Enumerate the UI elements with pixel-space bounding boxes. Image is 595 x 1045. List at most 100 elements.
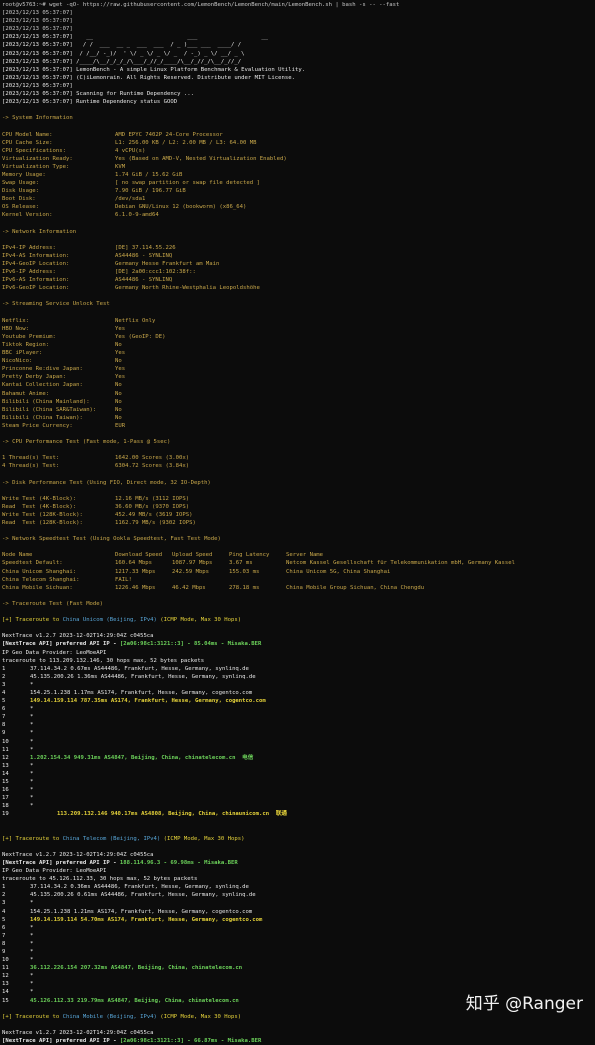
logo-art: __ ___ __ [76,34,269,41]
speedtest-row-cell: 46.42 Mbps [172,584,206,591]
hop-number: 16 [2,787,9,794]
hop-number: 6 [2,924,6,931]
hop-detail: * [30,770,34,777]
sysinfo-row: Kernel Version: 6.1.0-9-amd64 [2,211,593,219]
section-header: -> Disk Performance Test (Using FIO, Dir… [2,479,211,486]
sysinfo-label: CPU Specifications: [2,147,66,154]
hop-number: 9 [2,730,6,737]
streaming-value: Yes [115,325,126,332]
trace-telecom-api: [NextTrace API] preferred API IP - 188.1… [2,859,593,867]
disk-label: Read Test (4K-Block): [2,503,77,510]
netinfo-value: [DE] 37.114.55.226 [115,244,176,251]
intro-line: [2023/12/13 05:37:07] (C)iLemonrain. All… [2,74,593,82]
trace-title-pre: [+] Traceroute to [2,835,63,842]
sysinfo-value: L1: 256.00 KB / L2: 2.00 MB / L3: 64.00 … [115,139,257,146]
sysinfo-value: /dev/sda1 [115,196,146,203]
trace-title-post: (ICMP Mode, Max 30 Hops) [156,617,242,624]
sysinfo-value: KVM [115,163,126,170]
trace-unicom-hop: 7 * [2,713,593,721]
speedtest-row-cell: Netcom Kassel Gesellschaft für Telekommu… [286,560,516,567]
trace-unicom-hop: 2 45.135.200.26 1.36ms AS44486, Frankfurt… [2,673,593,681]
speedtest-header-row-cell: Node Name [2,552,33,559]
disk-value: 36.60 MB/s (9370 IOPS) [115,503,190,510]
sysinfo-value: Yes (Based on AMD-V, Nested Virtualizati… [115,155,287,162]
hop-number: 8 [2,940,6,947]
speedtest-header-row-cell: Upload Speed [172,552,213,559]
hop-number: 13 [2,981,9,988]
streaming-label: Youtube Premium: [2,333,56,340]
streaming-row: BBC iPlayer: Yes [2,349,593,357]
streaming-row: Bilibili (China SAR&Taiwan): No [2,406,593,414]
netinfo-row: IPv4-GeoIP Location: Germany Hesse Frankf… [2,260,593,268]
hop-number: 12 [2,754,9,761]
intro-text: (C)iLemonrain. All Rights Reserved. Dist… [76,74,295,81]
trace-unicom-hop: 8 * [2,721,593,729]
trace-title-pre: [+] Traceroute to [2,617,63,624]
logo-line: [2023/12/13 05:37:07] / /__/ -_)/ ' \/ _… [2,50,593,58]
hop-number: 17 [2,795,9,802]
intro-line: [2023/12/13 05:37:07] LemonBench - A sim… [2,66,593,74]
timestamp: [2023/12/13 05:37:07] [2,99,77,106]
trace-unicom-hop: 1 37.114.34.2 0.67ms AS44486, Frankfurt, … [2,665,593,673]
timestamp-line: [2023/12/13 05:37:07] [2,18,73,25]
streaming-label: Bilibili (China SAR&Taiwan): [2,406,97,413]
streaming-value: EUR [115,422,126,429]
zhihu-watermark: 知乎 @Ranger [465,994,583,1014]
netinfo-label: IPv6-IP Address: [2,269,56,276]
streaming-value: No [115,414,122,421]
netinfo-label: IPv4-AS Information: [2,252,70,259]
sysinfo-label: Memory Usage: [2,171,46,178]
speedtest-row-cell: 155.03 ms [229,568,260,575]
netinfo-row: IPv6-GeoIP Location: Germany North Rhine-… [2,284,593,292]
api-post: - 69.98ms - Misaka.BER [160,859,238,866]
timestamp: [2023/12/13 05:37:07] [2,66,77,73]
hop-detail: * [30,722,34,729]
api-post: - 66.87ms - Misaka.BER [183,1038,262,1044]
hop-number: 11 [2,746,9,753]
streaming-value: No [115,390,122,397]
section-header: -> CPU Performance Test (Fast mode, 1-Pa… [2,439,171,446]
hop-detail: * [30,948,34,955]
trace-telecom-hop: 3 * [2,899,593,907]
hop-detail: * [30,681,34,688]
disk-row: Write Test (4K-Block): 12.16 MB/s (3112 I… [2,495,593,503]
trace-unicom-hop: 6 * [2,705,593,713]
logo-art: / / ___ __ _ ___ ___ / _ )___ ___ ____/ … [76,42,242,49]
speedtest-row-cell: 160.64 Mbps [115,560,153,567]
sysinfo-value: 6.1.0-9-amd64 [115,212,159,219]
speedtest-row-cell: China Mobile Sichuan: [2,584,73,591]
speedtest-header-row-cell: Server Name [286,552,324,559]
terminal-output[interactable]: root@v5763:~# wget -qO- https://raw.gith… [2,1,593,1045]
streaming-row: Steam Price Currency: EUR [2,422,593,430]
trace-unicom-hop: 10 * [2,738,593,746]
streaming-label: Bilibili (China Taiwan): [2,414,83,421]
streaming-label: Bilibili (China Mainland): [2,398,90,405]
trace-telecom-provider: IP Geo Data Provider: LeoMoeAPI [2,868,107,875]
streaming-label: BBC iPlayer: [2,350,43,357]
trace-telecom-hop: 12 * [2,972,593,980]
sysinfo-label: Virtualization Ready: [2,155,73,162]
sysinfo-row: CPU Model Name: AMD EPYC 7402P 24-Core Pr… [2,131,593,139]
trace-mobile-version: NextTrace v1.2.7 2023-12-02T14:29:04Z c0… [2,1029,154,1036]
sysinfo-row: Disk Usage: 7.90 GiB / 196.77 GiB [2,187,593,195]
intro-text: Scanning for Runtime Dependency ... [76,91,194,98]
streaming-row: Tiktok Region: No [2,341,593,349]
trace-unicom-hop: 15 * [2,778,593,786]
hop-detail: 149.14.159.114 787.35ms AS174, Frankfurt… [30,698,266,705]
logo-art: /____/\__/_/_/_/\___/_//_/____/\__/_//_/… [76,58,242,65]
hop-detail: * [30,932,34,939]
hop-number: 4 [2,689,6,696]
intro-text: Runtime Dependency status GOOD [76,99,178,106]
disk-row: Read Test (4K-Block): 36.60 MB/s (9370 IO… [2,503,593,511]
hop-number: 13 [2,762,9,769]
speedtest-header-row-cell: Download Speed [115,552,163,559]
trace-title-pre: [+] Traceroute to [2,1013,63,1020]
disk-value: 452.49 MB/s (3619 IOPS) [115,511,193,518]
sysinfo-label: Swap Usage: [2,180,40,187]
